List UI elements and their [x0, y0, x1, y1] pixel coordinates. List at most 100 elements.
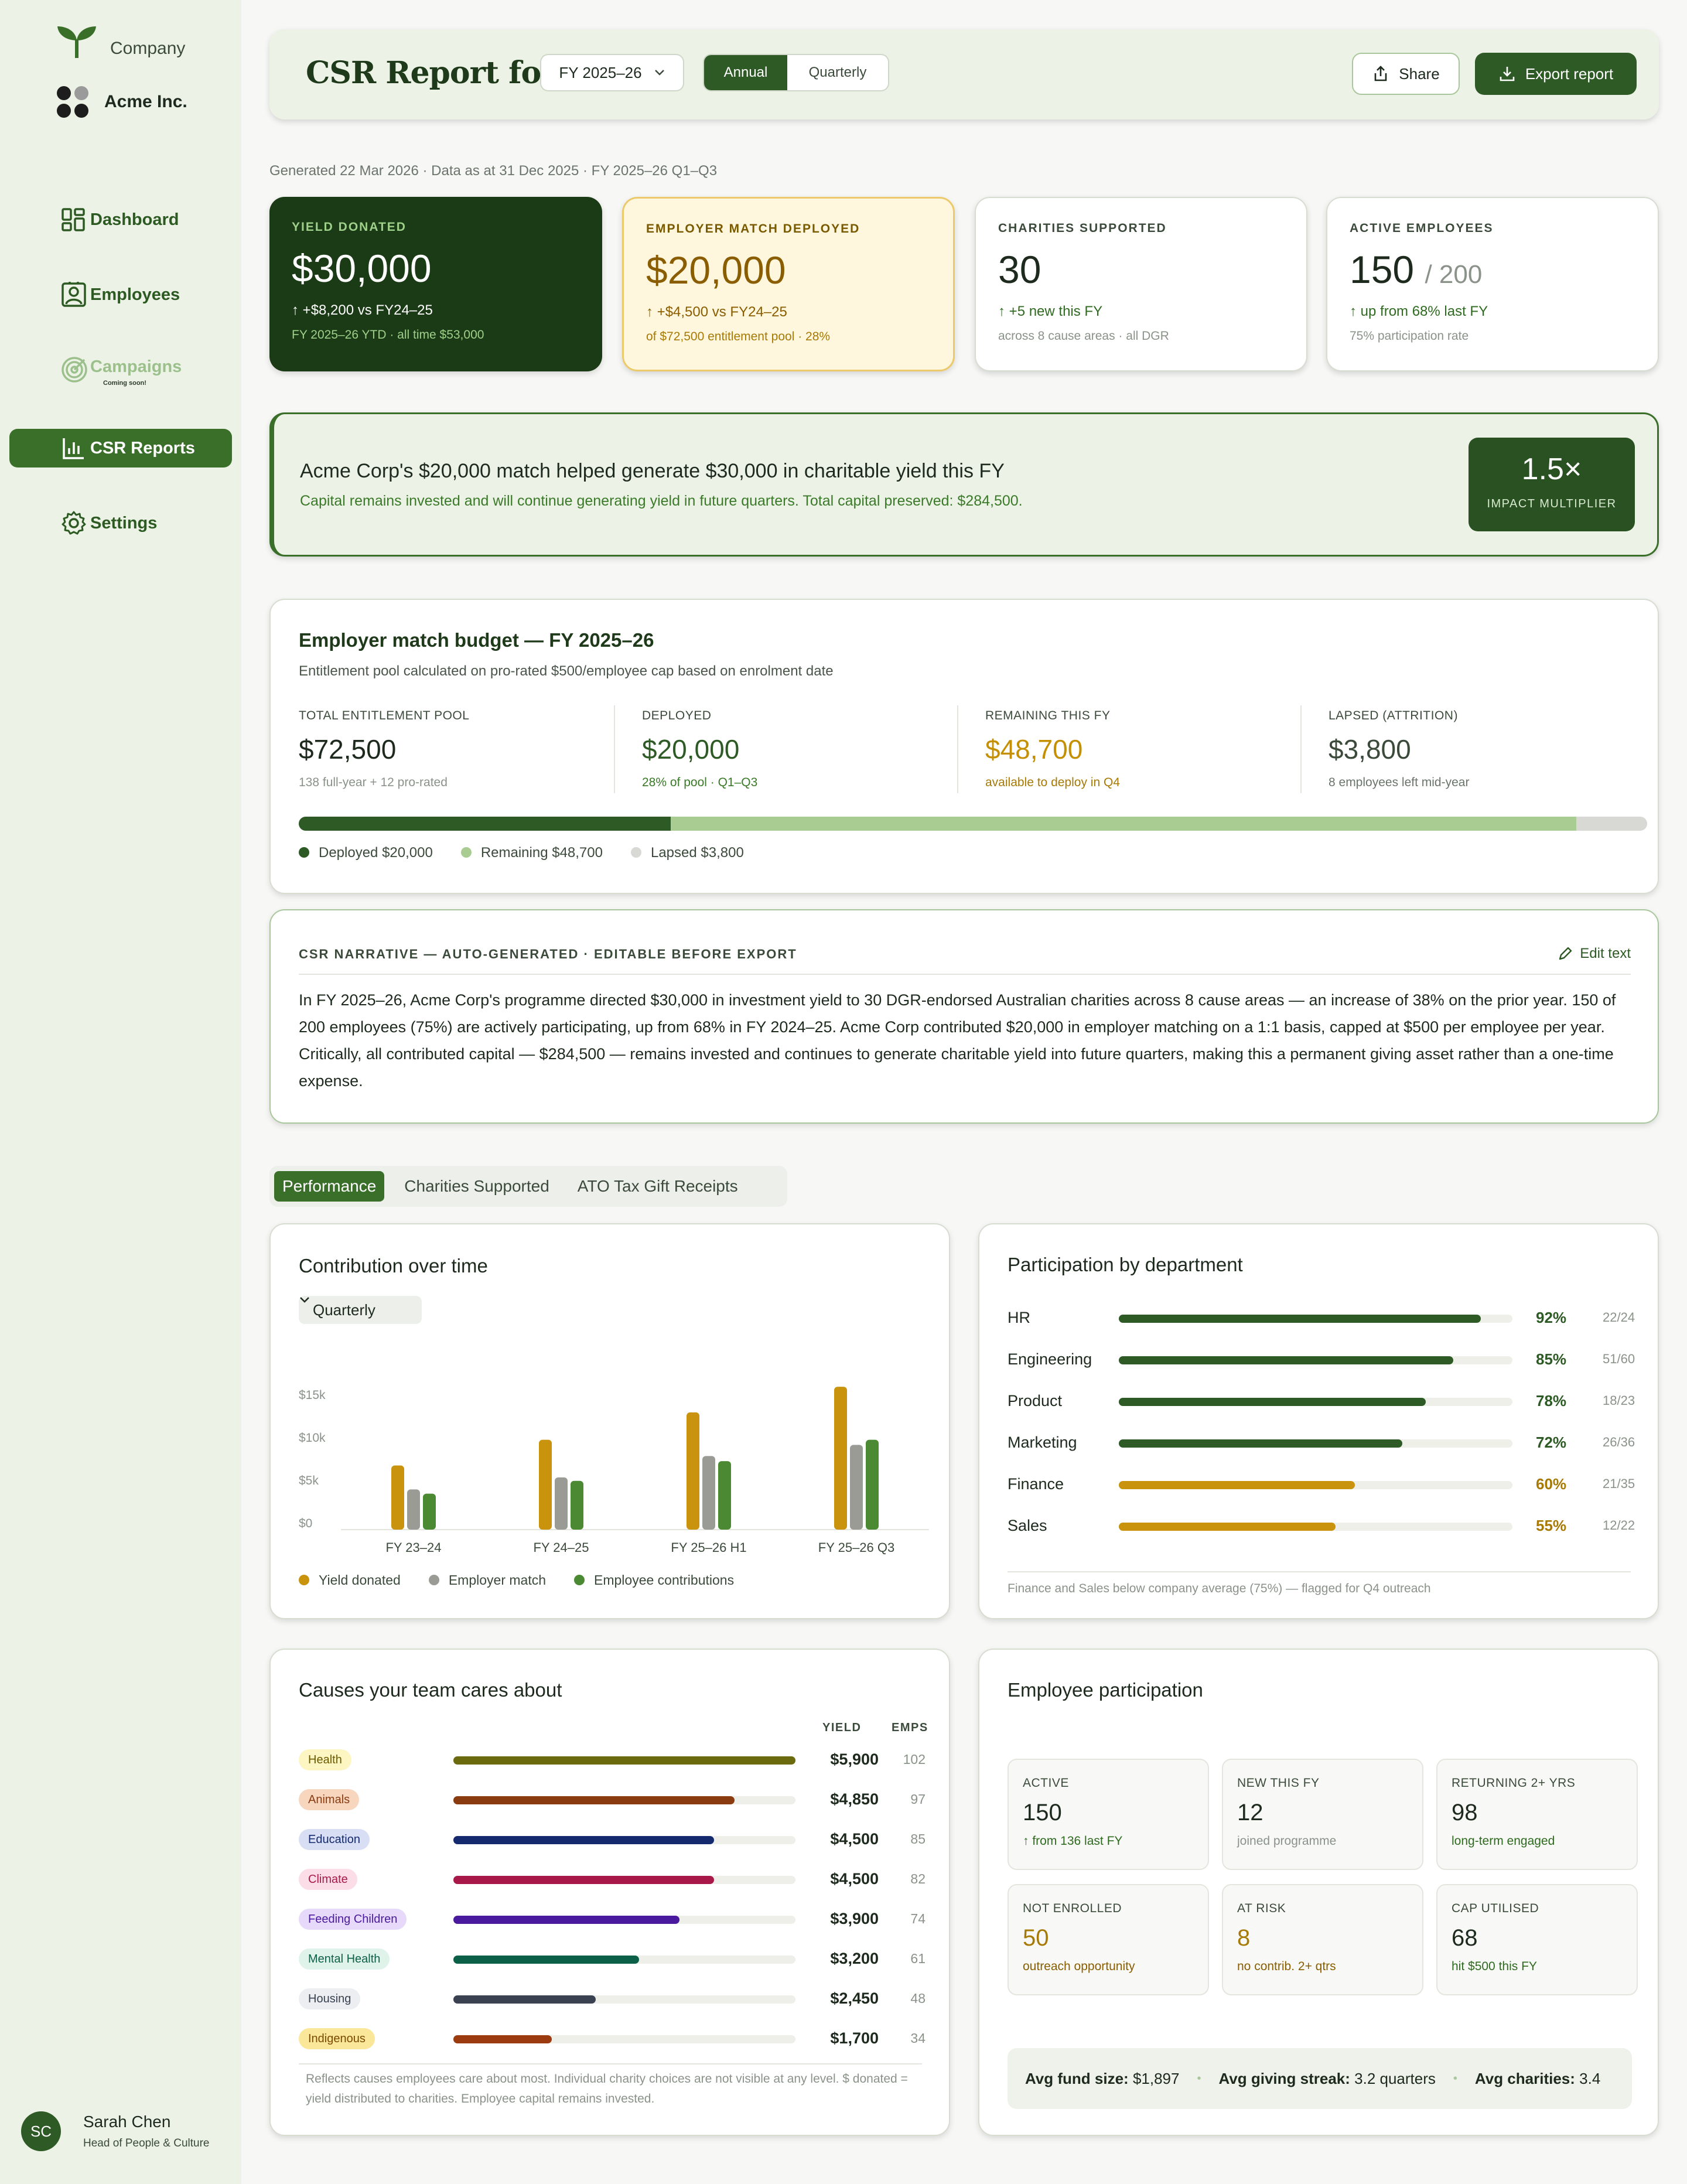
y-tick-label: $0: [299, 1517, 312, 1530]
org-switcher[interactable]: Acme Inc.: [56, 86, 187, 118]
kpi-value: $30,000: [292, 247, 432, 290]
department-title: Participation by department: [1008, 1254, 1243, 1275]
department-bar-fill: [1119, 1481, 1355, 1489]
cause-bar-track: [453, 1836, 795, 1844]
arrow-up-icon: ↑: [1023, 1834, 1033, 1848]
department-count: 18/23: [1603, 1393, 1635, 1408]
kpi-employer-match: EMPLOYER MATCH DEPLOYED $20,000 ↑ +$4,50…: [622, 197, 955, 371]
tab-charities-supported[interactable]: Charities Supported: [396, 1171, 557, 1202]
cause-bar-track: [453, 1876, 795, 1884]
bar-yield-donated[interactable]: [539, 1439, 552, 1530]
company-switcher[interactable]: Company: [56, 23, 185, 59]
page-title: CSR Report for: [306, 55, 557, 91]
period-quarterly[interactable]: Quarterly: [787, 55, 888, 90]
user-role: Head of People & Culture: [83, 2137, 210, 2149]
department-note: Finance and Sales below company average …: [1008, 1582, 1431, 1595]
summary-label: Avg giving streak:: [1218, 2069, 1350, 2087]
impact-subtitle: Capital remains invested and will contin…: [300, 493, 1023, 509]
department-percent: 72%: [1536, 1434, 1567, 1451]
legend-item: Employer match: [428, 1572, 546, 1588]
budget-stat-label: REMAINING THIS FY: [985, 709, 1111, 722]
fy-select-value: FY 2025–26: [559, 63, 642, 81]
legend-item: Deployed $20,000: [299, 845, 433, 861]
gear-icon: [62, 511, 86, 535]
x-tick-label: FY 25–26 Q3: [818, 1540, 894, 1555]
bar-employer-match[interactable]: [555, 1477, 568, 1530]
budget-stat-note: 8 employees left mid-year: [1329, 776, 1470, 789]
cause-row: Mental Health $3,200 61: [299, 1946, 926, 1972]
causes-title: Causes your team cares about: [299, 1679, 562, 1701]
bar-employer-match[interactable]: [702, 1456, 715, 1530]
participation-stat: AT RISK 8 no contrib. 2+ qtrs: [1222, 1884, 1423, 1995]
kpi-note: across 8 cause areas · all DGR: [998, 329, 1169, 343]
arrow-up-icon: ↑: [646, 304, 657, 320]
bar-employee-contributions[interactable]: [866, 1439, 879, 1530]
kpi-delta-text: +$4,500 vs FY24–25: [657, 304, 787, 320]
download-icon: [1500, 67, 1515, 81]
cause-bar-fill: [453, 1916, 680, 1924]
causes-note: Reflects causes employees care about mos…: [306, 2072, 908, 2105]
cause-bar-fill: [453, 1995, 596, 2004]
period-annual[interactable]: Annual: [704, 55, 787, 90]
bar-yield-donated[interactable]: [834, 1387, 847, 1530]
cause-employee-count: 82: [910, 1871, 926, 1886]
department-bar-fill: [1119, 1315, 1481, 1323]
bar-yield-donated[interactable]: [391, 1465, 404, 1530]
department-count: 51/60: [1603, 1352, 1635, 1366]
cause-row: Health $5,900 102: [299, 1747, 926, 1773]
budget-stat-note: 138 full-year + 12 pro-rated: [299, 776, 448, 789]
participation-stat-note: long-term engaged: [1452, 1834, 1623, 1848]
nav-csr-reports[interactable]: CSR Reports: [9, 429, 232, 467]
employee-participation-title: Employee participation: [1008, 1679, 1203, 1701]
cause-yield: $4,500: [830, 1870, 879, 1888]
employee-participation-card: Employee participation ACTIVE 150 ↑ from 1…: [978, 1649, 1659, 2136]
nav-employees[interactable]: Employees: [9, 275, 232, 314]
bar-yield-donated[interactable]: [687, 1412, 699, 1530]
bar-employee-contributions[interactable]: [423, 1493, 436, 1530]
bar-employee-contributions[interactable]: [571, 1480, 583, 1530]
participation-stat: ACTIVE 150 ↑ from 136 last FY: [1008, 1759, 1209, 1870]
cause-row: Housing $2,450 48: [299, 1986, 926, 2012]
summary-value: 3.4: [1575, 2069, 1601, 2087]
y-tick-label: $10k: [299, 1431, 326, 1445]
department-bar-track: [1119, 1315, 1512, 1323]
cause-bar-fill: [453, 1796, 735, 1804]
bar-employer-match[interactable]: [407, 1489, 420, 1530]
cause-tag: Animals: [299, 1789, 360, 1810]
column-header-yield: YIELD: [822, 1721, 862, 1734]
legend-swatch: [299, 847, 309, 858]
edit-text-button[interactable]: Edit text: [1558, 946, 1631, 962]
impact-multiplier: 1.5× IMPACT MULTIPLIER: [1469, 438, 1635, 531]
cause-employee-count: 97: [910, 1791, 926, 1807]
narrative-text[interactable]: In FY 2025–26, Acme Corp's programme dir…: [299, 987, 1630, 1094]
user-profile[interactable]: SC Sarah Chen Head of People & Culture: [21, 2111, 209, 2151]
nav-settings[interactable]: Settings: [9, 504, 232, 542]
bar-employee-contributions[interactable]: [718, 1461, 731, 1530]
arrow-up-icon: ↑: [998, 303, 1009, 319]
nav-dashboard[interactable]: Dashboard: [9, 200, 232, 239]
legend-label: Deployed $20,000: [319, 845, 433, 861]
participation-stat-label: AT RISK: [1237, 1902, 1286, 1915]
cause-row: Feeding Children $3,900 74: [299, 1906, 926, 1932]
fy-select[interactable]: FY 2025–26: [540, 54, 684, 91]
participation-stat-note-text: outreach opportunity: [1023, 1960, 1135, 1973]
share-button[interactable]: Share: [1352, 53, 1460, 95]
budget-stat-value: $48,700: [985, 734, 1083, 765]
divider: [1300, 705, 1302, 793]
legend-item: Yield donated: [299, 1572, 401, 1588]
narrative-card: CSR NARRATIVE — AUTO-GENERATED · EDITABL…: [269, 909, 1659, 1124]
kpi-delta: ↑ +5 new this FY: [998, 303, 1284, 320]
department-percent: 55%: [1536, 1517, 1567, 1534]
legend-item: Employee contributions: [574, 1572, 734, 1588]
participation-stat: CAP UTILISED 68 hit $500 this FY: [1436, 1884, 1638, 1995]
tab-ato-tax-gift-receipts[interactable]: ATO Tax Gift Receipts: [569, 1171, 746, 1202]
department-bar-track: [1119, 1398, 1512, 1406]
kpi-value: 30: [998, 248, 1041, 291]
bar-employer-match[interactable]: [850, 1445, 863, 1530]
sprout-icon: [57, 26, 96, 58]
budget-legend: Deployed $20,000 Remaining $48,700 Lapsed …: [299, 845, 744, 861]
export-report-button[interactable]: Export report: [1475, 53, 1637, 95]
tab-performance[interactable]: Performance: [274, 1171, 385, 1202]
summary-item: Avg giving streak: 3.2 quarters: [1218, 2070, 1435, 2088]
legend-item: Remaining $48,700: [460, 845, 603, 861]
